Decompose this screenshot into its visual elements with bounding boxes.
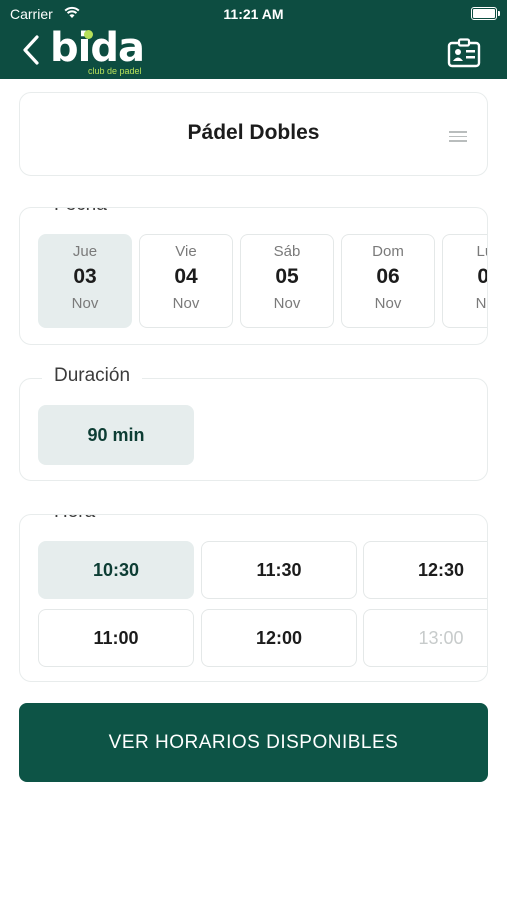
id-card-icon[interactable] [447,38,481,68]
time-section: Hora 10:30 11:30 12:30 11:00 12:00 13:00 [19,514,488,682]
date-weekday: Lun [476,243,487,260]
date-weekday: Sáb [273,243,301,260]
time-option[interactable]: 12:30 [363,541,487,599]
time-option[interactable]: 11:00 [38,609,194,667]
date-option[interactable]: Lun 07 Nov [442,234,488,328]
activity-card: Pádel Dobles [19,92,488,176]
padel-ball-icon [84,30,93,39]
menu-lines-icon[interactable] [449,131,467,142]
date-section-label: Fecha [42,208,119,216]
date-month: Nov [71,295,99,312]
bida-logo: bida club de padel [50,28,150,76]
duration-section: Duración 90 min [19,365,488,481]
date-picker-row: Jue 03 Nov Vie 04 Nov Sáb 05 Nov Dom 06 … [38,234,488,328]
date-day: 05 [275,265,299,288]
date-option[interactable]: Dom 06 Nov [341,234,435,328]
activity-title: Pádel Dobles [187,121,320,144]
duration-option[interactable]: 90 min [38,405,194,465]
time-option-disabled: 13:00 [363,609,487,667]
date-option[interactable]: Vie 04 Nov [139,234,233,328]
time-section-label: Hora [42,515,108,523]
date-section: Fecha Jue 03 Nov Vie 04 Nov Sáb 05 Nov D… [19,207,488,345]
date-option[interactable]: Sáb 05 Nov [240,234,334,328]
duration-section-label: Duración [42,365,143,387]
logo-text: bida [50,25,145,71]
date-weekday: Vie [175,243,197,260]
chevron-left-icon[interactable] [20,34,44,66]
app-header: Carrier 11:21 AM bida club de padel [0,0,507,79]
date-month: Nov [172,295,200,312]
date-month: Nov [475,295,487,312]
time-option[interactable]: 11:30 [201,541,357,599]
time-option[interactable]: 10:30 [38,541,194,599]
date-weekday: Dom [372,243,404,260]
battery-icon [471,7,500,20]
date-day: 04 [174,265,198,288]
date-option[interactable]: Jue 03 Nov [38,234,132,328]
time-option[interactable]: 12:00 [201,609,357,667]
status-bar: Carrier 11:21 AM [0,0,507,28]
date-day: 03 [73,265,97,288]
date-day: 07 [477,265,488,288]
view-available-times-button[interactable]: VER HORARIOS DISPONIBLES [19,703,488,782]
date-weekday: Jue [72,243,98,260]
clock-time: 11:21 AM [223,6,284,22]
logo-subtitle: club de padel [88,66,142,76]
date-month: Nov [273,295,301,312]
date-month: Nov [374,295,402,312]
date-day: 06 [376,265,400,288]
